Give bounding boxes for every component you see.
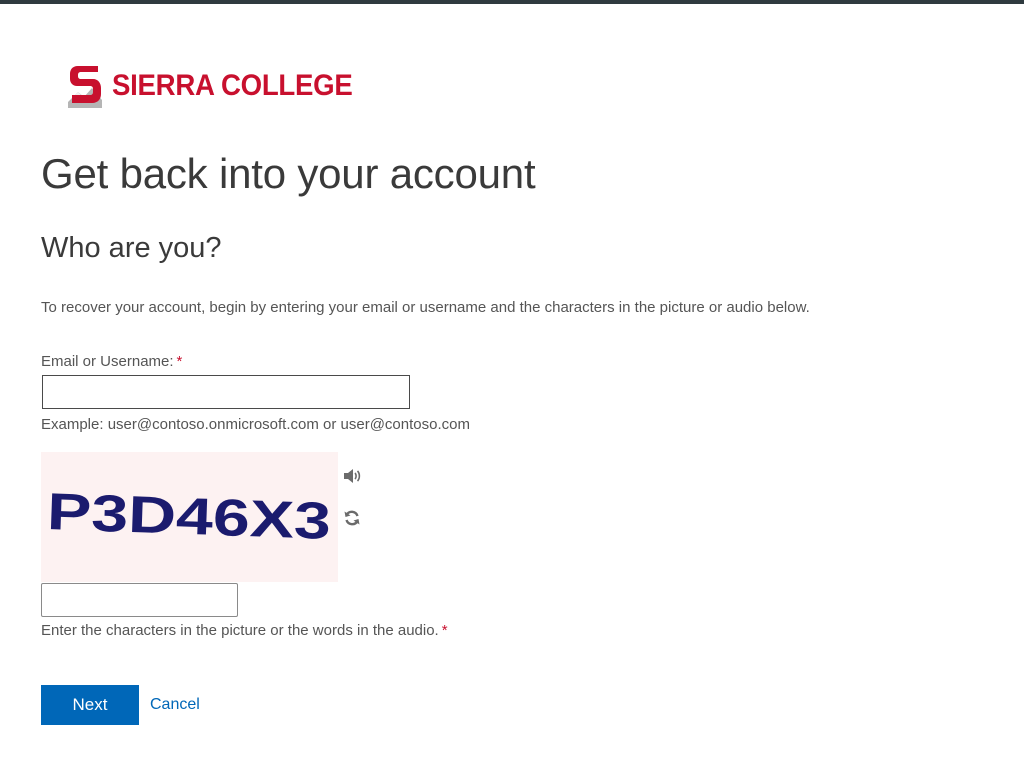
instructions-text: To recover your account, begin by enteri…	[41, 299, 810, 316]
page-subtitle: Who are you?	[41, 232, 222, 264]
captcha-help-text: Enter the characters in the picture or t…	[41, 622, 439, 639]
email-example-text: Example: user@contoso.onmicrosoft.com or…	[41, 416, 470, 433]
top-bar	[0, 0, 1024, 4]
required-marker: *	[176, 353, 183, 370]
speaker-icon[interactable]	[342, 466, 362, 486]
captcha-input[interactable]	[41, 583, 238, 617]
captcha-text: P3D46X3	[46, 483, 332, 551]
captcha-image: P3D46X3	[41, 452, 338, 582]
sierra-s-mountain-icon	[68, 66, 102, 108]
email-label-text: Email or Username:	[41, 353, 174, 370]
page-title: Get back into your account	[41, 150, 536, 197]
brand-name: SIERRA COLLEGE	[112, 69, 353, 102]
captcha-help: Enter the characters in the picture or t…	[41, 621, 448, 641]
required-marker: *	[441, 622, 448, 639]
next-button[interactable]: Next	[41, 685, 139, 725]
email-label: Email or Username: *	[41, 352, 182, 372]
cancel-link[interactable]: Cancel	[150, 695, 200, 715]
sierra-college-logo: SIERRA COLLEGE	[66, 62, 373, 110]
refresh-icon[interactable]	[342, 508, 362, 528]
email-input[interactable]	[42, 375, 410, 409]
